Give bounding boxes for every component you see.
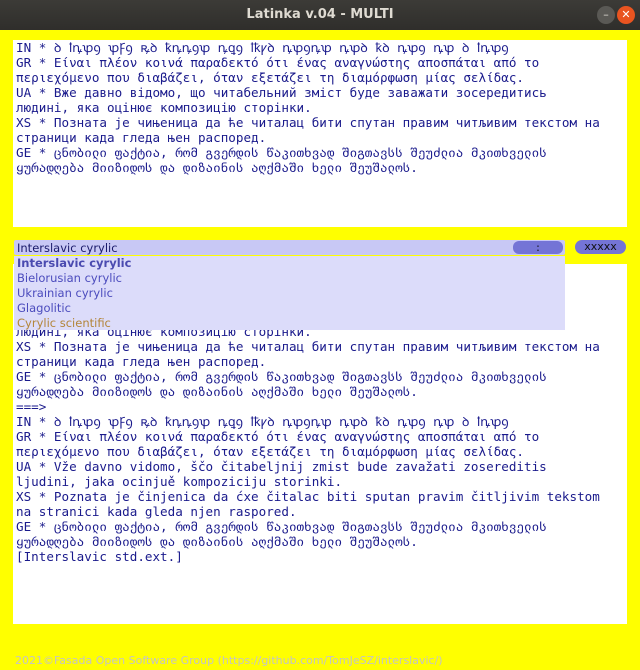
- footer-copyright: 2021©Fasada Open Software Group (https:/…: [15, 654, 443, 667]
- text-line: UA * Вже давно відомо, що читабельний зм…: [16, 85, 547, 100]
- text-line: GE * ცნობილი ფაქტია, რომ გვერდის წაკითხვ…: [16, 519, 547, 534]
- xxxxx-button[interactable]: xxxxx: [575, 240, 626, 254]
- text-line: ყურადღება მიიზიდოს და დიზაინის აღქმაში ხ…: [16, 160, 418, 175]
- text-line: людині, яка оцінює композицію сторінки.: [16, 100, 312, 115]
- title-bar: Latinka v.04 - MULTI – ✕: [0, 0, 640, 30]
- text-line: страници када гледа њен распоред.: [16, 354, 267, 369]
- text-line: страници када гледа њен распоред.: [16, 130, 267, 145]
- dropdown-option[interactable]: Cyrylic scientific: [14, 316, 565, 331]
- close-icon[interactable]: ✕: [617, 6, 635, 24]
- text-line: [Interslavic std.ext.]: [16, 549, 183, 564]
- dropdown-option[interactable]: Ukrainian cyrylic: [14, 286, 565, 301]
- script-dropdown-list: Interslavic cyrylic Bielorusian cyrylic …: [14, 256, 565, 330]
- dropdown-option[interactable]: Bielorusian cyrylic: [14, 271, 565, 286]
- dropdown-option[interactable]: Interslavic cyrylic: [14, 256, 565, 271]
- window-title: Latinka v.04 - MULTI: [246, 7, 394, 22]
- text-line: XS * Позната је чињеница да ће читалац б…: [16, 115, 600, 130]
- text-line: UA * Vže davno vidomo, ščo čitabeljnij z…: [16, 459, 547, 474]
- text-line: GR * Είναι πλέον κοινά παραδεκτό ότι ένα…: [16, 429, 540, 444]
- script-select[interactable]: Interslavic cyrylic: [14, 240, 565, 255]
- text-line: περιεχόμενο που διαβάζει, όταν εξετάζει …: [16, 444, 524, 459]
- text-line: GR * Είναι πλέον κοινά παραδεκτό ότι ένα…: [16, 55, 540, 70]
- text-line: XS * Poznata je činjenica da ćxe čitalac…: [16, 489, 600, 504]
- text-line: XS * Позната је чињеница да ће читалац б…: [16, 339, 600, 354]
- text-line: GE * ცნობილი ფაქტია, რომ გვერდის წაკითხვ…: [16, 145, 547, 160]
- input-textarea[interactable]: IN * ꝺ ꝉꝴꝕꝯ ꝕꝻꝯ ꝶꝺ ꝁꝴꝴꝯꝕ ꝴꝗꝯ ꝉꝁꝩꝺ ꝴꝕꝯꝴꝕ …: [13, 40, 627, 227]
- minimize-icon[interactable]: –: [597, 6, 615, 24]
- text-line: περιεχόμενο που διαβάζει, όταν εξετάζει …: [16, 70, 524, 85]
- script-select-value: Interslavic cyrylic: [17, 241, 118, 255]
- text-line: GE * ცნობილი ფაქტია, რომ გვერდის წაკითხვ…: [16, 369, 547, 384]
- text-line: na stranici kada gleda njen raspored.: [16, 504, 297, 519]
- text-line: ===>: [16, 399, 47, 414]
- dropdown-option[interactable]: Glagolitic: [14, 301, 565, 316]
- text-line: IN * ꝺ ꝉꝴꝕꝯ ꝕꝻꝯ ꝶꝺ ꝁꝴꝴꝯꝕ ꝴꝗꝯ ꝉꝁꝩꝺ ꝴꝕꝯꝴꝕ …: [16, 414, 509, 429]
- text-line: IN * ꝺ ꝉꝴꝕꝯ ꝕꝻꝯ ꝶꝺ ꝁꝴꝴꝯꝕ ꝴꝗꝯ ꝉꝁꝩꝺ ꝴꝕꝯꝴꝕ …: [16, 40, 509, 55]
- text-line: ljudini, jaka ocinjuě kompoziciju storin…: [16, 474, 343, 489]
- text-line: ყურადღება მიიზიდოს და დიზაინის აღქმაში ხ…: [16, 534, 418, 549]
- text-line: ყურადღება მიიზიდოს და დიზაინის აღქმაში ხ…: [16, 384, 418, 399]
- colon-button[interactable]: :: [513, 241, 563, 254]
